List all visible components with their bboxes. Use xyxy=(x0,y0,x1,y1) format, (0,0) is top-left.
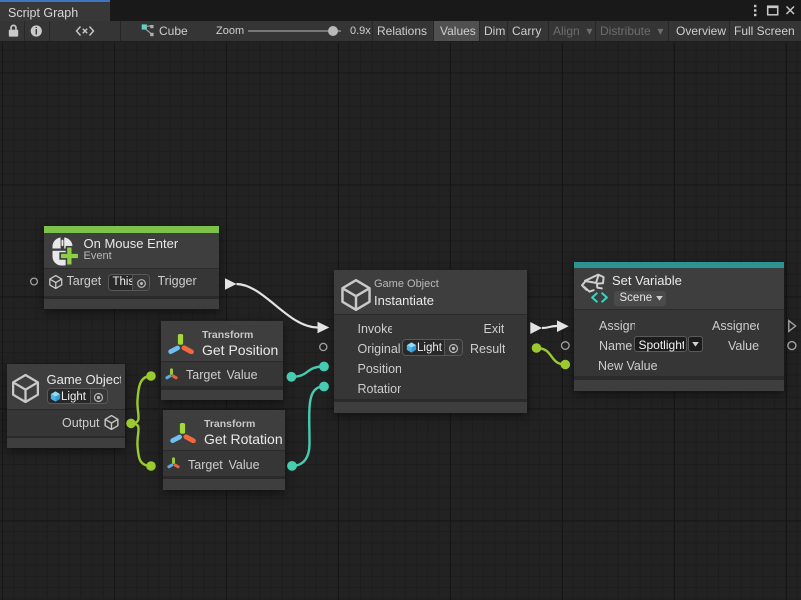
svg-text:i: i xyxy=(35,27,38,38)
